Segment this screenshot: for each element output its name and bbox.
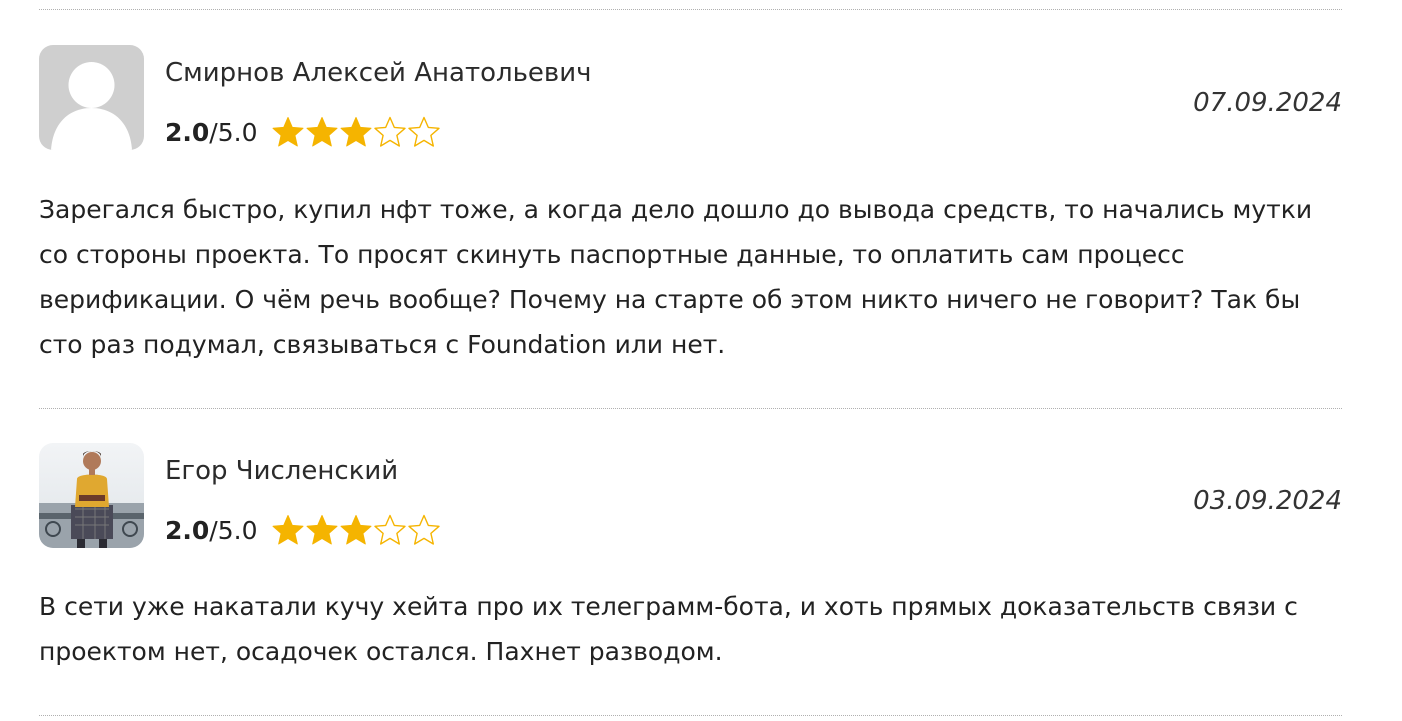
star-filled-icon [272, 117, 304, 147]
rating: 2.0/5.0 [165, 115, 441, 149]
rating-score: 2.0/5.0 [165, 516, 257, 545]
review-date: 03.09.2024 [1193, 486, 1342, 516]
divider-top [39, 9, 1342, 10]
review-card: Смирнов Алексей Анатольевич 2.0/5.0 07.0… [39, 45, 1342, 375]
divider-middle [39, 408, 1342, 409]
review-card: Егор Численский 2.0/5.0 03.09.2024 В сет… [39, 443, 1342, 683]
star-filled-icon [272, 515, 304, 545]
rating-max: /5.0 [209, 515, 258, 545]
star-filled-icon [340, 515, 372, 545]
star-empty-icon [408, 116, 441, 147]
star-rating [271, 115, 441, 149]
user-photo-avatar [39, 443, 144, 548]
review-text: Зарегался быстро, купил нфт тоже, а когд… [39, 195, 1313, 359]
star-empty-icon [374, 116, 407, 147]
star-filled-icon [306, 117, 338, 147]
rating-value: 2.0 [165, 515, 210, 545]
review-author: Смирнов Алексей Анатольевич [165, 58, 592, 88]
rating-max: /5.0 [209, 117, 258, 147]
review-author: Егор Численский [165, 456, 399, 486]
star-rating [271, 513, 441, 547]
divider-bottom [39, 715, 1342, 716]
star-filled-icon [340, 117, 372, 147]
review-date: 07.09.2024 [1193, 88, 1342, 118]
rating: 2.0/5.0 [165, 513, 441, 547]
star-empty-icon [408, 514, 441, 545]
rating-value: 2.0 [165, 117, 210, 147]
star-filled-icon [306, 515, 338, 545]
star-empty-icon [374, 514, 407, 545]
default-user-icon [39, 45, 144, 150]
review-text: В сети уже накатали кучу хейта про их те… [39, 592, 1298, 666]
rating-score: 2.0/5.0 [165, 118, 257, 147]
